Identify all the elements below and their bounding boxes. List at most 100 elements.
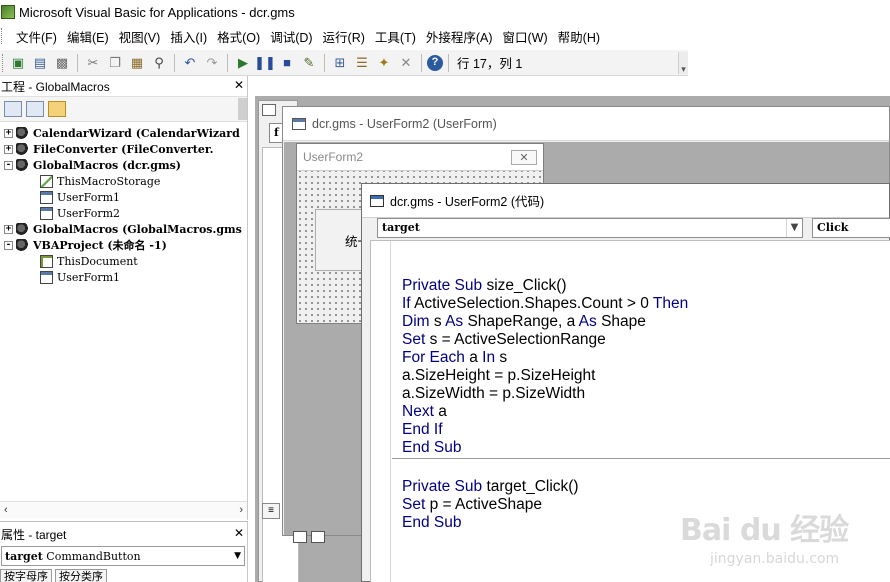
tree-item-label: ThisMacroStorage <box>57 174 161 188</box>
properties-window: 属性 - target ✕ target CommandButton ▼ 按字母… <box>0 521 248 582</box>
code-line[interactable]: For Each a In s <box>402 349 688 367</box>
scroll-left-icon[interactable]: ‹ <box>4 504 8 516</box>
tree-item[interactable]: UserForm1 <box>0 269 247 285</box>
design-mode-icon[interactable]: ✎ <box>299 53 319 73</box>
menu-tools[interactable]: 工具(T) <box>370 27 421 46</box>
toolbar-options-icon[interactable]: ▾ <box>678 52 688 74</box>
view-switch-icon[interactable]: ≡ <box>262 503 280 519</box>
designer-title-bar[interactable]: dcr.gms - UserForm2 (UserForm) <box>283 107 889 141</box>
code-line[interactable]: If ActiveSelection.Shapes.Count > 0 Then <box>402 295 688 313</box>
procedure-target-click[interactable]: Private Sub target_Click() Set p = Active… <box>402 478 579 532</box>
code-line[interactable]: Private Sub size_Click() <box>402 277 688 295</box>
menu-help[interactable]: 帮助(H) <box>553 27 605 46</box>
toggle-folders-icon[interactable] <box>48 101 66 117</box>
object-combo[interactable]: target ▼ <box>377 218 803 238</box>
object-selector[interactable]: target CommandButton ▼ <box>1 546 245 566</box>
code-margin[interactable] <box>371 241 391 582</box>
code-text: a.SizeHeight = p.SizeHeight <box>402 367 596 384</box>
close-icon[interactable]: ✕ <box>231 526 247 542</box>
tree-item[interactable]: UserForm2 <box>0 205 247 221</box>
code-text: s <box>499 349 508 366</box>
menu-debug[interactable]: 调试(D) <box>265 27 317 46</box>
cursor-position: 行 17，列 1 <box>457 57 523 71</box>
properties-tabs: 按字母序 按分类序 <box>0 569 247 582</box>
menu-edit[interactable]: 编辑(E) <box>62 27 114 46</box>
module-view-icon[interactable] <box>311 531 325 543</box>
code-line[interactable]: End Sub <box>402 514 579 532</box>
procedure-view-icon[interactable] <box>293 531 307 543</box>
tree-item[interactable]: + CalendarWizard (CalendarWizard <box>0 125 247 141</box>
vba-app-icon <box>1 5 15 19</box>
chevron-down-icon[interactable]: ▼ <box>786 219 802 237</box>
run-icon[interactable]: ▶ <box>233 53 253 73</box>
view-object-icon[interactable] <box>26 101 44 117</box>
view-code-icon[interactable] <box>4 101 22 117</box>
expand-icon[interactable]: + <box>4 128 13 138</box>
menu-format[interactable]: 格式(O) <box>212 27 265 46</box>
tree-item[interactable]: ThisDocument <box>0 253 247 269</box>
break-icon[interactable]: ❚❚ <box>254 53 276 73</box>
code-window-title: dcr.gms - UserForm2 (代码) <box>390 195 545 209</box>
tab-alphabetic[interactable]: 按字母序 <box>0 569 52 582</box>
cut-icon[interactable]: ✂ <box>83 53 103 73</box>
scrollbar[interactable] <box>238 98 247 120</box>
toolbar-grip[interactable] <box>2 53 3 72</box>
undo-icon[interactable]: ↶ <box>180 53 200 73</box>
collapse-icon[interactable]: - <box>4 240 13 250</box>
code-line[interactable]: End Sub <box>402 439 688 457</box>
code-line[interactable]: a.SizeHeight = p.SizeHeight <box>402 367 688 385</box>
find-icon[interactable]: ⚲ <box>149 53 169 73</box>
menu-insert[interactable]: 插入(I) <box>165 27 212 46</box>
procedure-size-click[interactable]: Private Sub size_Click() If ActiveSelecti… <box>402 277 688 457</box>
tree-item[interactable]: UserForm1 <box>0 189 247 205</box>
menu-addins[interactable]: 外接程序(A) <box>421 27 498 46</box>
collapse-icon[interactable]: - <box>4 160 13 170</box>
expand-icon[interactable]: + <box>4 224 13 234</box>
properties-icon[interactable]: ☰ <box>352 53 372 73</box>
save-icon[interactable]: ▩ <box>52 53 72 73</box>
object-browser-icon[interactable]: ✦ <box>374 53 394 73</box>
tab-categorized[interactable]: 按分类序 <box>55 569 107 582</box>
help-icon[interactable]: ? <box>427 54 443 71</box>
menu-file[interactable]: 文件(F) <box>11 27 62 46</box>
code-editor[interactable]: Private Sub size_Click() If ActiveSelecti… <box>370 240 890 582</box>
tree-item[interactable]: + GlobalMacros (GlobalMacros.gms <box>0 221 247 237</box>
redo-icon[interactable]: ↷ <box>202 53 222 73</box>
code-line[interactable]: a.SizeWidth = p.SizeWidth <box>402 385 688 403</box>
code-line[interactable]: Private Sub target_Click() <box>402 478 579 496</box>
code-line[interactable]: Next a <box>402 403 688 421</box>
scroll-right-icon[interactable]: › <box>239 504 243 516</box>
horizontal-scrollbar[interactable]: ‹ › <box>0 501 247 518</box>
insert-userform-icon[interactable]: ▤ <box>30 53 50 73</box>
code-line[interactable]: Set p = ActiveShape <box>402 496 579 514</box>
code-window-title-bar[interactable]: dcr.gms - UserForm2 (代码) <box>362 184 889 218</box>
paste-icon[interactable]: ▦ <box>127 53 147 73</box>
code-line[interactable]: Dim s As ShapeRange, a As Shape <box>402 313 688 331</box>
menu-view[interactable]: 视图(V) <box>114 27 166 46</box>
code-line[interactable]: End If <box>402 421 688 439</box>
reset-icon[interactable]: ■ <box>277 53 297 73</box>
code-keyword: Private Sub <box>402 277 487 294</box>
form-icon <box>40 206 53 220</box>
userform-title-bar[interactable]: UserForm2 ✕ <box>297 144 543 171</box>
close-icon[interactable]: ✕ <box>231 78 247 94</box>
tree-item[interactable]: - VBAProject (未命名 -1) <box>0 237 247 253</box>
toolbox-icon[interactable]: ✕ <box>396 53 416 73</box>
project-explorer-icon[interactable]: ⊞ <box>330 53 350 73</box>
expand-icon[interactable]: + <box>4 144 13 154</box>
copy-icon[interactable]: ❐ <box>105 53 125 73</box>
menubar-grip[interactable] <box>1 28 5 44</box>
menu-window[interactable]: 窗口(W) <box>498 27 553 46</box>
tree-item[interactable]: ThisMacroStorage <box>0 173 247 189</box>
vba-host-icon[interactable]: ▣ <box>8 53 28 73</box>
project-explorer-toolbar <box>0 96 247 122</box>
procedure-combo[interactable]: Click <box>812 218 890 238</box>
code-window-icon <box>370 194 384 207</box>
code-window[interactable]: dcr.gms - UserForm2 (代码) target ▼ Click … <box>361 183 890 582</box>
tree-item[interactable]: + FileConverter (FileConverter. <box>0 141 247 157</box>
tree-item[interactable]: - GlobalMacros (dcr.gms) <box>0 157 247 173</box>
close-icon[interactable]: ✕ <box>511 149 537 165</box>
chevron-down-icon[interactable]: ▼ <box>234 551 241 561</box>
menu-run[interactable]: 运行(R) <box>318 27 370 46</box>
code-line[interactable]: Set s = ActiveSelectionRange <box>402 331 688 349</box>
